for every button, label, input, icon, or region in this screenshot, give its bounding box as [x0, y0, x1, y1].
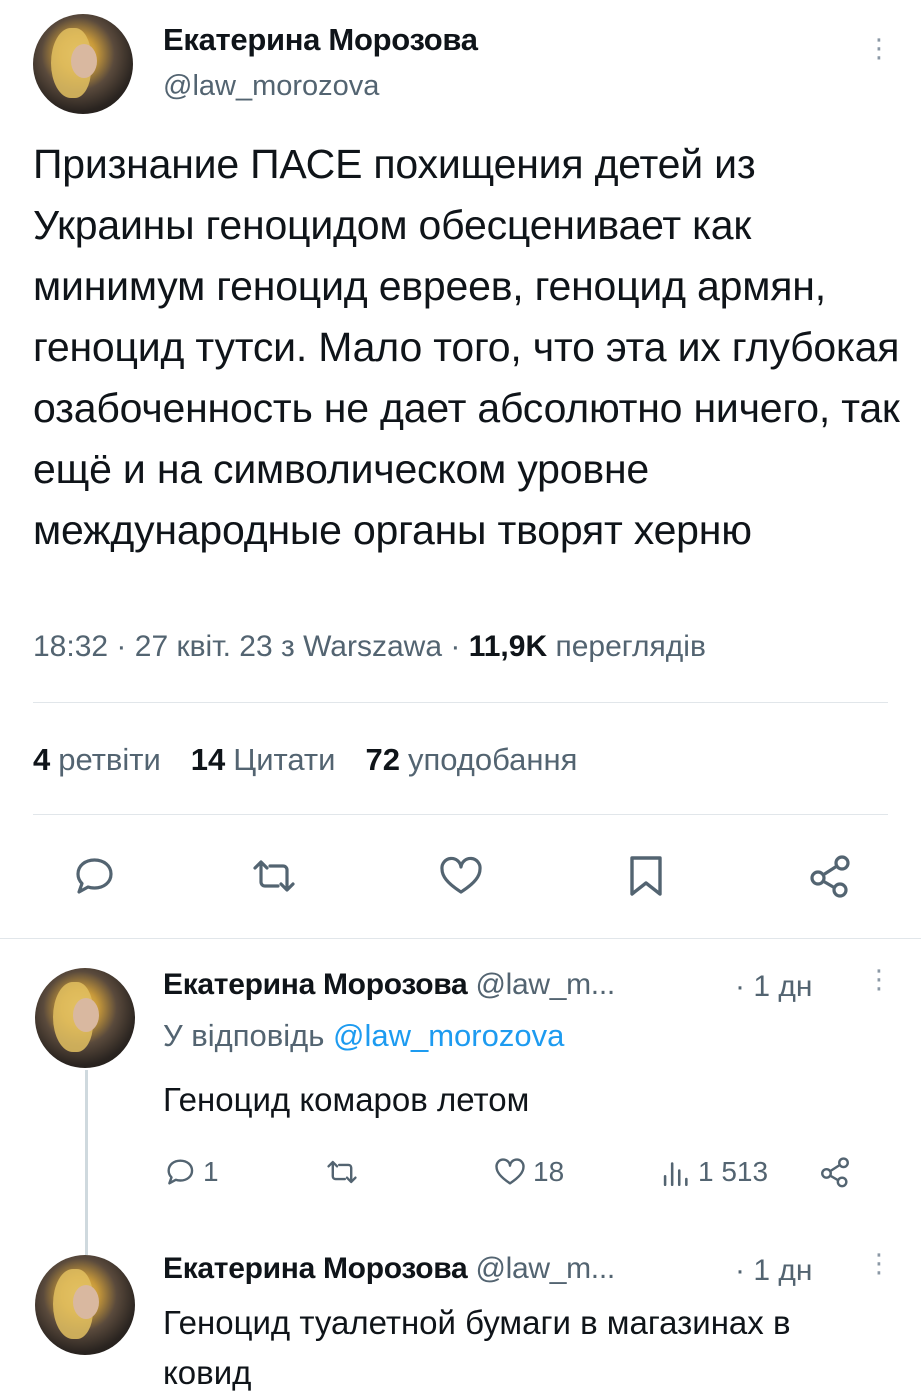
like-count: 18 [533, 1156, 565, 1187]
reply-to-line: У відповідь @law_morozova [163, 1018, 565, 1053]
tweet-stats: 4 ретвіти 14 Цитати 72 уподобання [33, 742, 577, 778]
tweet-time[interactable]: 18:32 [33, 630, 108, 663]
retweet-icon [327, 1160, 357, 1184]
bookmark-icon[interactable] [622, 852, 670, 900]
reply-share-button[interactable] [818, 1152, 858, 1192]
reply-text: Геноцид комаров летом [163, 1081, 530, 1118]
reply-icon[interactable] [70, 852, 118, 900]
reply-author-handle[interactable]: @law_m... [475, 1252, 615, 1285]
tweet-text: Признание ПАСЕ похищения детей из Украин… [33, 141, 900, 553]
reply-author-name[interactable]: Екатерина Морозова @law_m... [163, 968, 615, 1002]
quotes-stat[interactable]: 14 Цитати [191, 742, 336, 777]
reply-time[interactable]: · 1 дн [735, 970, 812, 1004]
views-count: 1 513 [698, 1156, 769, 1187]
reply-reply-button[interactable]: 1 [163, 1152, 219, 1192]
share-icon [821, 1157, 849, 1188]
share-icon[interactable] [806, 852, 854, 900]
author-avatar[interactable] [33, 14, 133, 114]
tweet-meta: 18:32 · 27 квіт. 23 з Warszawa · 11,9K п… [33, 630, 706, 663]
like-icon[interactable] [437, 852, 485, 900]
views-icon [663, 1162, 688, 1187]
reply-avatar[interactable] [35, 968, 135, 1068]
divider [33, 814, 888, 815]
reply-avatar[interactable] [35, 1255, 135, 1355]
like-icon [495, 1158, 525, 1185]
divider [0, 938, 921, 939]
reply-count: 1 [203, 1156, 219, 1187]
reply-text: Геноцид туалетной бумаги в магазинах в к… [163, 1304, 791, 1391]
divider [33, 702, 888, 703]
reply-to-handle-link[interactable]: @law_morozova [333, 1018, 564, 1053]
author-handle[interactable]: @law_morozova [163, 70, 379, 103]
reply-time[interactable]: · 1 дн [735, 1254, 812, 1288]
reply-retweet-button[interactable] [325, 1152, 365, 1192]
author-name[interactable]: Екатерина Морозова [163, 22, 478, 58]
views-label: переглядів [555, 630, 706, 663]
retweets-stat[interactable]: 4 ретвіти [33, 742, 161, 777]
tweet-location[interactable]: Warszawa [303, 630, 442, 663]
more-options-icon[interactable]: ⋮ [866, 966, 892, 992]
more-options-icon[interactable]: ⋮ [866, 35, 892, 61]
reply-views-button[interactable]: 1 513 [658, 1152, 768, 1192]
reply-author-handle[interactable]: @law_m... [475, 968, 615, 1001]
reply-icon [167, 1159, 194, 1185]
reply-like-button[interactable]: 18 [493, 1152, 564, 1192]
views-count: 11,9K [468, 630, 548, 663]
tweet-date[interactable]: 27 квіт. 23 [135, 630, 273, 663]
retweet-icon[interactable] [250, 852, 298, 900]
more-options-icon[interactable]: ⋮ [866, 1250, 892, 1276]
thread-line [85, 1070, 88, 1255]
reply-author-name[interactable]: Екатерина Морозова @law_m... [163, 1252, 615, 1286]
likes-stat[interactable]: 72 уподобання [365, 742, 577, 777]
